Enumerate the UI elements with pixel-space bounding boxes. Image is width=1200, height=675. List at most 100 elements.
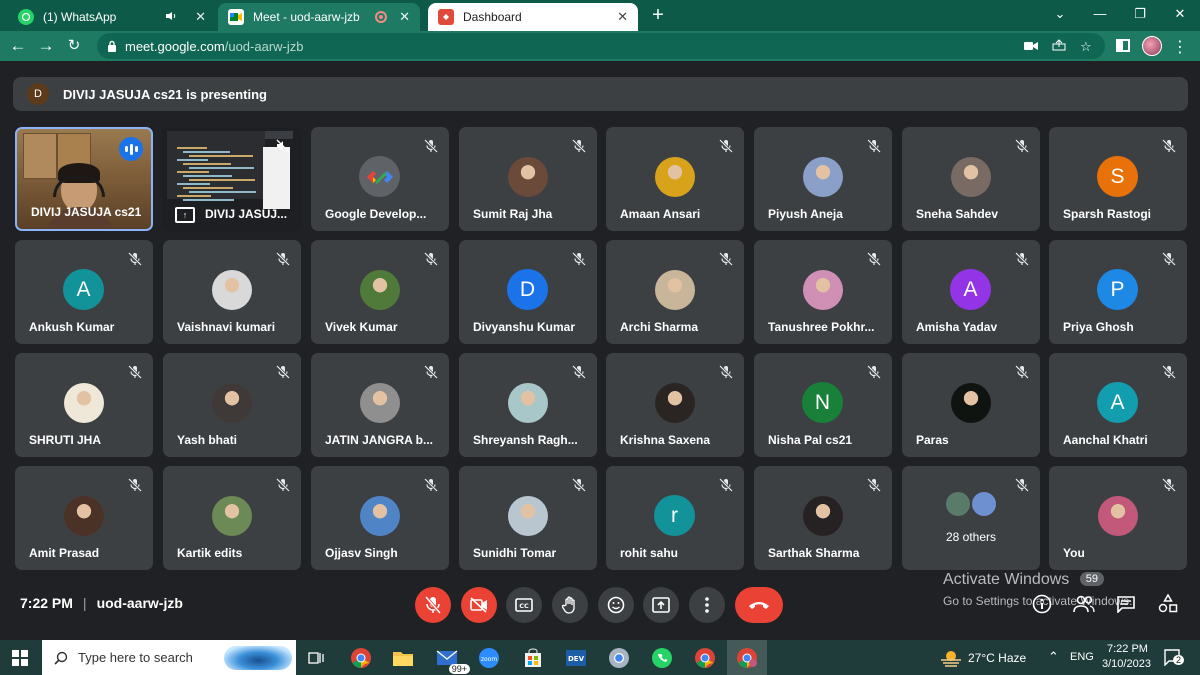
share-icon[interactable] [1052,39,1066,54]
mic-off-icon [276,478,290,492]
reactions-button[interactable] [598,587,634,623]
participant-tile[interactable]: Yash bhati [163,353,301,457]
raise-hand-button[interactable] [552,587,588,623]
participant-tile[interactable]: Kartik edits [163,466,301,570]
task-view-icon[interactable] [303,645,329,671]
taskbar-search-input[interactable]: Type here to search [42,640,296,675]
participant-tile[interactable]: Tanushree Pokhr... [754,240,892,344]
chevron-down-icon[interactable]: ⌄ [1040,6,1080,22]
more-options-button[interactable] [689,587,725,623]
camera-icon[interactable] [1024,39,1038,54]
participant-tile[interactable]: Amaan Ansari [606,127,744,231]
participant-tile[interactable]: A Amisha Yadav [902,240,1040,344]
browser-menu-icon[interactable]: ⋮ [1172,37,1188,57]
dev-icon[interactable]: DEV [563,645,589,671]
participant-tile[interactable]: Sunidhi Tomar [459,466,597,570]
mail-icon[interactable]: 99+ [434,645,470,674]
chevron-up-icon[interactable]: ⌃ [1048,649,1059,665]
present-button[interactable] [643,587,679,623]
participant-tile[interactable]: Vaishnavi kumari [163,240,301,344]
tab-whatsapp[interactable]: (1) WhatsApp ✕ [8,3,216,31]
file-explorer-icon[interactable] [390,645,416,671]
chrome-second-icon[interactable] [692,645,718,671]
mic-off-icon [867,365,881,379]
star-icon[interactable]: ☆ [1080,39,1092,55]
close-icon[interactable]: ✕ [195,9,206,25]
people-button[interactable] [1073,593,1095,615]
hang-up-icon [749,602,769,609]
participant-name: Google Develop... [325,207,427,221]
forward-button[interactable]: → [35,35,57,57]
participant-tile[interactable]: P Priya Ghosh [1049,240,1187,344]
participant-tile[interactable]: A Aanchal Khatri [1049,353,1187,457]
new-tab-button[interactable]: + [647,4,669,27]
participant-tile[interactable]: DIVIJ JASUJA cs21 [15,127,153,231]
chrome-profile-icon[interactable] [606,645,632,671]
minimize-button[interactable]: — [1080,6,1120,21]
leave-call-button[interactable] [735,587,783,623]
mic-off-icon [719,139,733,153]
participant-name: Sarthak Sharma [768,546,860,560]
meeting-code[interactable]: uod-aarw-jzb [97,595,183,611]
avatar [360,270,400,310]
activities-button[interactable] [1157,593,1179,615]
participant-tile[interactable]: D Divyanshu Kumar [459,240,597,344]
chat-button[interactable] [1115,593,1137,615]
participant-tile[interactable]: S Sparsh Rastogi [1049,127,1187,231]
chrome-active-icon[interactable] [727,640,767,675]
zoom-icon[interactable]: zoom [476,645,502,671]
participant-tile[interactable]: Paras [902,353,1040,457]
participant-tile[interactable]: Amit Prasad [15,466,153,570]
captions-button[interactable]: CC [506,587,542,623]
participant-tile[interactable]: Sarthak Sharma [754,466,892,570]
clock-time[interactable]: 7:22 PM [1107,643,1148,655]
participant-tile[interactable]: Shreyansh Ragh... [459,353,597,457]
participant-tile[interactable]: You [1049,466,1187,570]
restore-button[interactable]: ❐ [1120,6,1160,22]
back-button[interactable]: ← [7,35,29,57]
more-vert-icon [705,597,709,613]
chrome-icon[interactable] [348,645,374,671]
notification-icon[interactable]: 2 [1163,648,1185,671]
participant-tile[interactable]: N Nisha Pal cs21 [754,353,892,457]
profile-avatar[interactable] [1142,36,1162,56]
clock-date[interactable]: 3/10/2023 [1102,658,1151,670]
store-icon[interactable] [520,645,546,671]
windows-start-icon[interactable] [12,650,28,666]
avatar: A [950,269,991,310]
participant-tile[interactable]: 28 others [902,466,1040,570]
participant-tile[interactable]: r rohit sahu [606,466,744,570]
participant-tile[interactable]: Piyush Aneja [754,127,892,231]
participant-tile[interactable]: Krishna Saxena [606,353,744,457]
mic-off-icon [424,478,438,492]
svg-text:CC: CC [519,602,529,610]
camera-toggle-button[interactable] [461,587,497,623]
language-indicator[interactable]: ENG [1070,651,1094,663]
side-panel-icon[interactable] [1116,39,1130,52]
participant-tile[interactable]: Google Develop... [311,127,449,231]
reload-button[interactable]: ↻ [63,35,85,57]
close-icon[interactable]: ✕ [617,9,628,25]
tab-meet[interactable]: Meet - uod-aarw-jzb ✕ [218,3,420,31]
speaker-icon[interactable] [165,11,177,24]
weather-icon[interactable] [940,649,962,672]
participant-tile[interactable]: Sumit Raj Jha [459,127,597,231]
weather-text[interactable]: 27°C Haze [968,651,1026,665]
participant-tile[interactable]: A Ankush Kumar [15,240,153,344]
close-icon[interactable]: ✕ [399,9,410,25]
participant-tile[interactable]: Archi Sharma [606,240,744,344]
mic-toggle-button[interactable] [415,587,451,623]
close-window-button[interactable]: ✕ [1160,6,1200,22]
participant-tile[interactable]: ↑ DIVIJ JASUJ... [163,127,301,231]
participant-tile[interactable]: Vivek Kumar [311,240,449,344]
dashboard-icon [438,9,454,25]
participant-tile[interactable]: Ojjasv Singh [311,466,449,570]
participant-tile[interactable]: SHRUTI JHA [15,353,153,457]
mic-off-icon [424,365,438,379]
whatsapp-taskbar-icon[interactable] [649,645,675,671]
tab-dashboard[interactable]: Dashboard ✕ [428,3,638,31]
participant-tile[interactable]: JATIN JANGRA b... [311,353,449,457]
url-bar[interactable]: meet.google.com/uod-aarw-jzb ☆ [97,33,1105,59]
participant-tile[interactable]: Sneha Sahdev [902,127,1040,231]
meeting-details-button[interactable] [1031,593,1053,615]
